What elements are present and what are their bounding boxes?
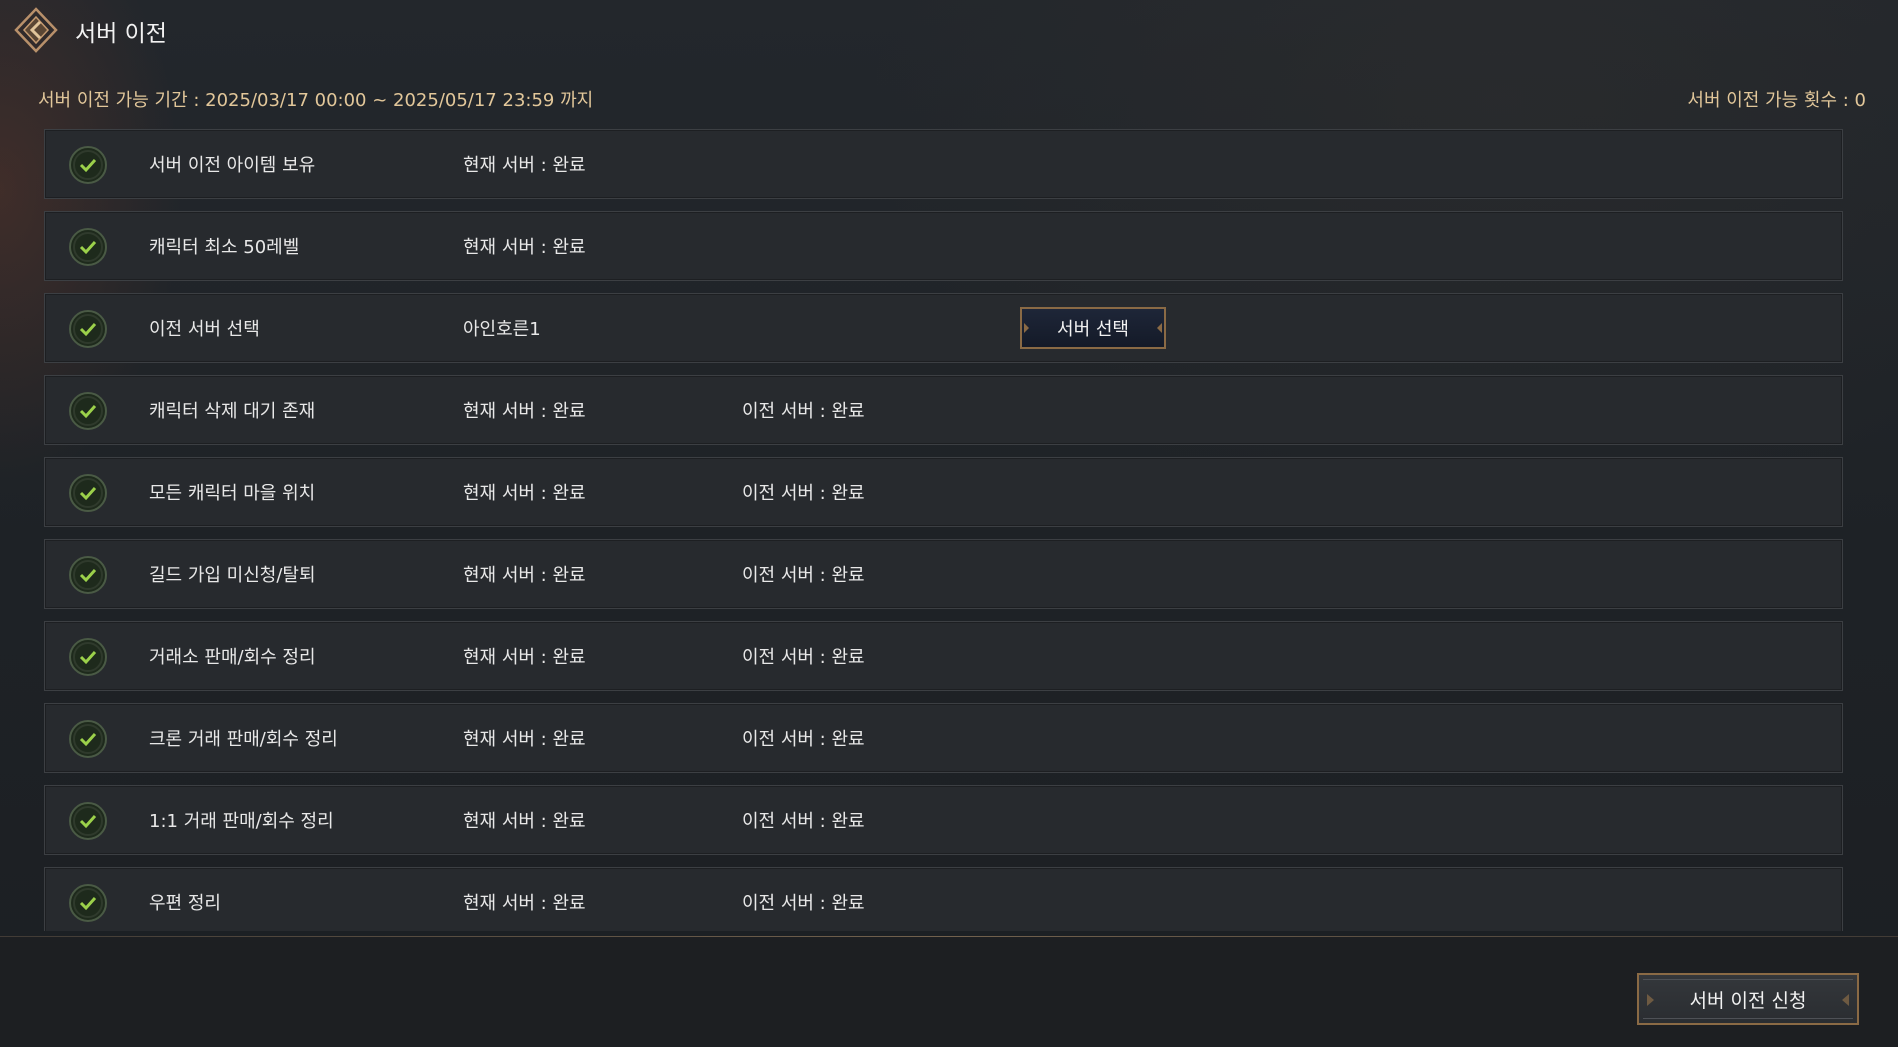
current-server-status: 현재 서버 : 완료 — [463, 729, 586, 750]
requirement-row: 1:1 거래 판매/회수 정리 현재 서버 : 완료 이전 서버 : 완료 — [44, 785, 1843, 855]
requirement-row: 캐릭터 삭제 대기 존재 현재 서버 : 완료 이전 서버 : 완료 — [44, 375, 1843, 445]
requirement-label: 거래소 판매/회수 정리 — [149, 647, 316, 668]
requirement-row: 거래소 판매/회수 정리 현재 서버 : 완료 이전 서버 : 완료 — [44, 621, 1843, 691]
footer-divider — [0, 936, 1898, 937]
requirement-row: 캐릭터 최소 50레벨 현재 서버 : 완료 — [44, 211, 1843, 281]
destination-server-status: 이전 서버 : 완료 — [742, 565, 865, 586]
requirement-label: 캐릭터 최소 50레벨 — [149, 237, 300, 258]
check-icon — [68, 391, 108, 431]
requirement-label: 1:1 거래 판매/회수 정리 — [149, 811, 334, 832]
check-icon — [68, 227, 108, 267]
back-arrow-icon — [14, 7, 58, 53]
check-icon — [68, 473, 108, 513]
requirement-label: 캐릭터 삭제 대기 존재 — [149, 401, 316, 422]
requirement-list[interactable]: 서버 이전 아이템 보유 현재 서버 : 완료 캐릭터 최소 50레벨 현재 서… — [44, 129, 1845, 931]
requirement-label: 서버 이전 아이템 보유 — [149, 155, 316, 176]
current-server-status: 현재 서버 : 완료 — [463, 237, 586, 258]
current-server-status: 현재 서버 : 완료 — [463, 483, 586, 504]
page-title: 서버 이전 — [75, 21, 167, 47]
current-server-status: 현재 서버 : 완료 — [463, 893, 586, 914]
footer-bar — [0, 937, 1898, 1047]
destination-server-status: 이전 서버 : 완료 — [742, 483, 865, 504]
current-server-status: 현재 서버 : 완료 — [463, 647, 586, 668]
check-icon — [68, 309, 108, 349]
destination-server-status: 이전 서버 : 완료 — [742, 811, 865, 832]
check-icon — [68, 719, 108, 759]
current-server-status: 현재 서버 : 완료 — [463, 565, 586, 586]
requirement-row: 이전 서버 선택 아인호른1 서버 선택 — [44, 293, 1843, 363]
transfer-count: 서버 이전 가능 횟수 : 0 — [1687, 90, 1866, 111]
requirement-label: 이전 서버 선택 — [149, 319, 260, 340]
current-server-status: 현재 서버 : 완료 — [463, 155, 586, 176]
check-icon — [68, 883, 108, 923]
requirement-label: 크론 거래 판매/회수 정리 — [149, 729, 338, 750]
transfer-period: 서버 이전 가능 기간 : 2025/03/17 00:00 ~ 2025/05… — [38, 90, 594, 111]
apply-transfer-label: 서버 이전 신청 — [1689, 989, 1807, 1012]
check-icon — [68, 145, 108, 185]
requirement-row: 크론 거래 판매/회수 정리 현재 서버 : 완료 이전 서버 : 완료 — [44, 703, 1843, 773]
requirement-row: 모든 캐릭터 마을 위치 현재 서버 : 완료 이전 서버 : 완료 — [44, 457, 1843, 527]
back-button[interactable] — [12, 6, 60, 54]
requirement-label: 길드 가입 미신청/탈퇴 — [149, 565, 316, 586]
destination-server-status: 이전 서버 : 완료 — [742, 729, 865, 750]
left-ornament-icon — [1647, 994, 1654, 1006]
server-select-button[interactable]: 서버 선택 — [1020, 307, 1166, 349]
current-server-status: 현재 서버 : 완료 — [463, 401, 586, 422]
requirement-label: 우편 정리 — [149, 893, 221, 914]
apply-transfer-button[interactable]: 서버 이전 신청 — [1637, 973, 1859, 1025]
requirement-label: 모든 캐릭터 마을 위치 — [149, 483, 316, 504]
selected-server-name: 아인호른1 — [463, 319, 541, 340]
check-icon — [68, 637, 108, 677]
check-icon — [68, 555, 108, 595]
destination-server-status: 이전 서버 : 완료 — [742, 647, 865, 668]
requirement-row: 서버 이전 아이템 보유 현재 서버 : 완료 — [44, 129, 1843, 199]
right-ornament-icon — [1842, 994, 1849, 1006]
header: 서버 이전 — [0, 0, 1898, 60]
destination-server-status: 이전 서버 : 완료 — [742, 893, 865, 914]
current-server-status: 현재 서버 : 완료 — [463, 811, 586, 832]
check-icon — [68, 801, 108, 841]
requirement-row: 길드 가입 미신청/탈퇴 현재 서버 : 완료 이전 서버 : 완료 — [44, 539, 1843, 609]
destination-server-status: 이전 서버 : 완료 — [742, 401, 865, 422]
requirement-row: 우편 정리 현재 서버 : 완료 이전 서버 : 완료 — [44, 867, 1843, 931]
